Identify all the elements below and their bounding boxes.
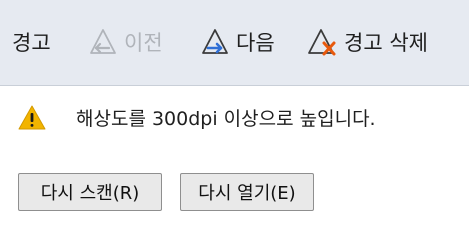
rescan-button[interactable]: 다시 스캔(R) bbox=[18, 173, 162, 211]
warning-message: 해상도를 300dpi 이상으로 높입니다. bbox=[76, 108, 376, 130]
triangle-right-arrow-icon bbox=[200, 27, 230, 57]
triangle-x-icon bbox=[308, 27, 338, 57]
warning-message-row: 해상도를 300dpi 이상으로 높입니다. bbox=[18, 104, 376, 131]
warning-panel: 경고 이전 다음 경고 삭제 해상도를 300dpi 이상으로 높입니다. 다시… bbox=[0, 0, 469, 243]
delete-warning-button-label: 경고 삭제 bbox=[344, 31, 428, 55]
triangle-left-arrow-icon bbox=[88, 27, 118, 57]
toolbar-title: 경고 bbox=[12, 24, 51, 60]
previous-button[interactable]: 이전 bbox=[88, 24, 163, 60]
delete-warning-button[interactable]: 경고 삭제 bbox=[308, 24, 428, 60]
next-button-label: 다음 bbox=[236, 31, 275, 55]
next-button[interactable]: 다음 bbox=[200, 24, 275, 60]
previous-button-label: 이전 bbox=[124, 31, 163, 55]
reopen-button[interactable]: 다시 열기(E) bbox=[180, 173, 314, 211]
warning-triangle-icon bbox=[18, 105, 46, 131]
warning-toolbar: 경고 이전 다음 경고 삭제 bbox=[0, 0, 469, 86]
toolbar-title-label: 경고 bbox=[12, 31, 51, 55]
